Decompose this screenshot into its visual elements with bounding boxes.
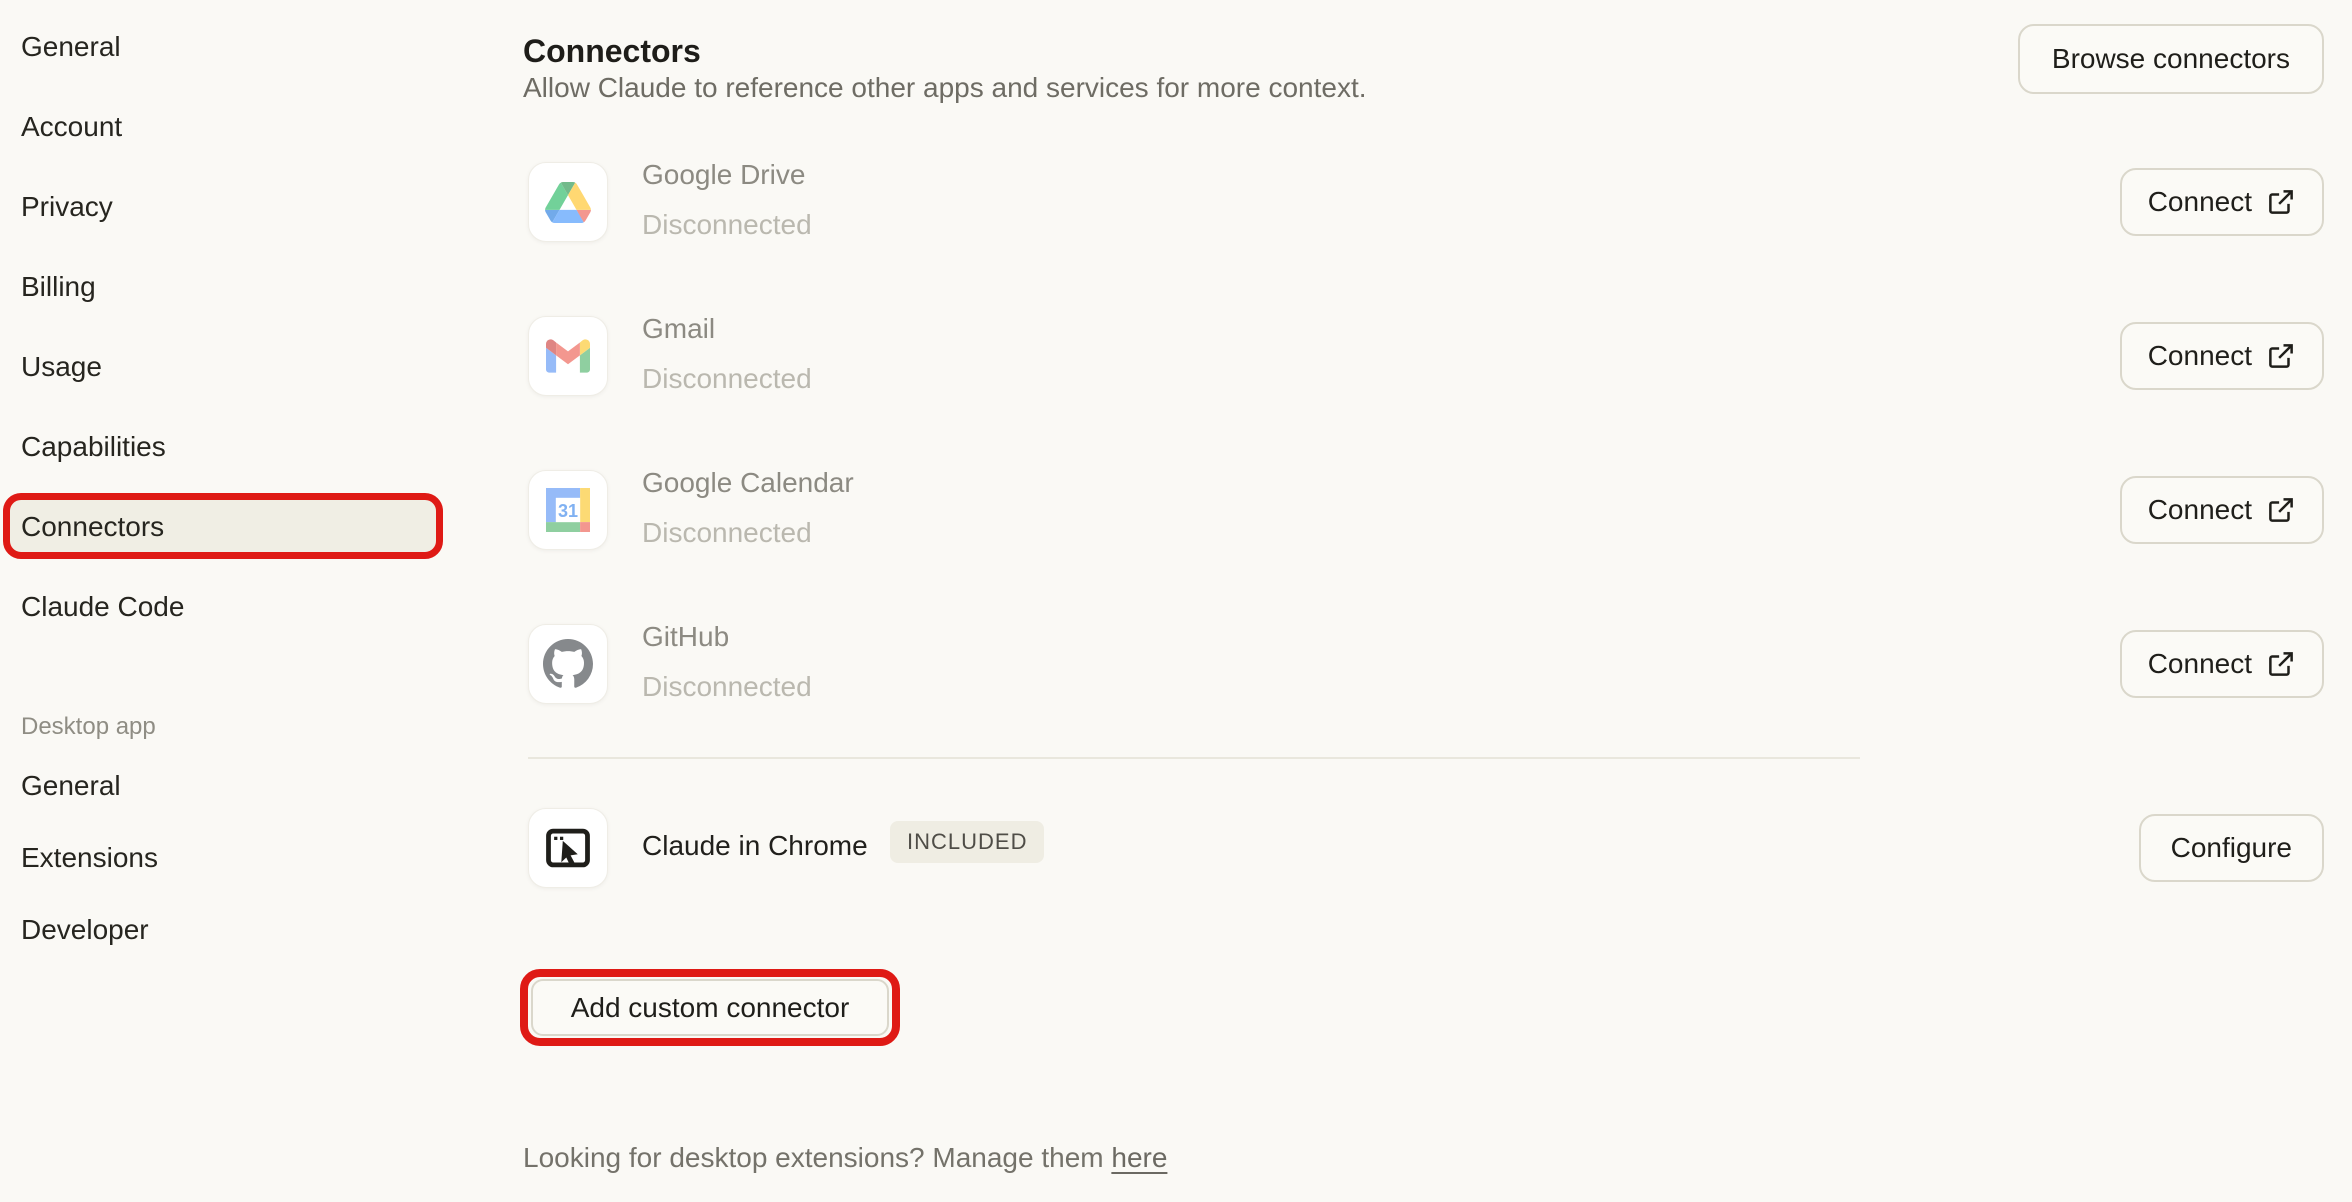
settings-sidebar: General Account Privacy Billing Usage Ca…	[0, 0, 500, 1202]
connector-name: Gmail	[642, 312, 715, 346]
sidebar-item-billing[interactable]: Billing	[0, 265, 462, 309]
sidebar-item-label: Billing	[21, 271, 96, 303]
sidebar-item-privacy[interactable]: Privacy	[0, 185, 462, 229]
configure-label: Configure	[2171, 832, 2292, 864]
connector-name: Claude in Chrome	[642, 829, 868, 863]
sidebar-item-usage[interactable]: Usage	[0, 345, 462, 389]
claude-in-chrome-tile	[528, 808, 608, 888]
gmail-tile	[528, 316, 608, 396]
page-title: Connectors	[523, 33, 701, 70]
connect-label: Connect	[2148, 186, 2252, 218]
calendar-day-label: 31	[558, 501, 578, 521]
connector-status: Disconnected	[642, 362, 812, 396]
connector-name: Google Calendar	[642, 466, 854, 500]
page-subtitle: Allow Claude to reference other apps and…	[523, 72, 1367, 104]
google-drive-icon	[545, 182, 591, 223]
connector-status: Disconnected	[642, 208, 812, 242]
sidebar-item-label: Account	[21, 111, 122, 143]
connector-status: Disconnected	[642, 670, 812, 704]
connectors-panel: Connectors Allow Claude to reference oth…	[500, 0, 2352, 1202]
gmail-icon	[546, 339, 590, 373]
connect-label: Connect	[2148, 340, 2252, 372]
included-badge: INCLUDED	[890, 821, 1044, 863]
google-calendar-tile: 31	[528, 470, 608, 550]
browse-connectors-button[interactable]: Browse connectors	[2018, 24, 2324, 94]
desktop-extensions-note-text: Looking for desktop extensions? Manage t…	[523, 1142, 1104, 1173]
sidebar-item-claude-code[interactable]: Claude Code	[0, 585, 462, 629]
sidebar-item-label: Claude Code	[21, 591, 184, 623]
connect-gmail-button[interactable]: Connect	[2120, 322, 2324, 390]
sidebar-item-label: Developer	[21, 914, 149, 946]
sidebar-item-label: General	[21, 770, 121, 802]
external-link-icon	[2266, 495, 2296, 525]
sidebar-section-desktop-app: Desktop app	[21, 713, 156, 741]
connect-label: Connect	[2148, 494, 2252, 526]
sidebar-item-connectors[interactable]: Connectors	[0, 505, 462, 549]
sidebar-item-label: Capabilities	[21, 431, 166, 463]
sidebar-item-desktop-general[interactable]: General	[0, 764, 462, 808]
github-tile	[528, 624, 608, 704]
connector-status: Disconnected	[642, 516, 812, 550]
connector-name: GitHub	[642, 620, 729, 654]
claude-in-chrome-icon	[542, 822, 594, 874]
external-link-icon	[2266, 187, 2296, 217]
add-custom-connector-button[interactable]: Add custom connector	[531, 979, 889, 1036]
github-icon	[543, 639, 593, 689]
connect-github-button[interactable]: Connect	[2120, 630, 2324, 698]
sidebar-item-desktop-extensions[interactable]: Extensions	[0, 836, 462, 880]
sidebar-item-label: Extensions	[21, 842, 158, 874]
desktop-extensions-note: Looking for desktop extensions? Manage t…	[523, 1142, 1167, 1174]
external-link-icon	[2266, 341, 2296, 371]
sidebar-item-account[interactable]: Account	[0, 105, 462, 149]
sidebar-item-general[interactable]: General	[0, 25, 462, 69]
connect-label: Connect	[2148, 648, 2252, 680]
google-drive-tile	[528, 162, 608, 242]
connector-name: Google Drive	[642, 158, 805, 192]
connect-google-calendar-button[interactable]: Connect	[2120, 476, 2324, 544]
sidebar-item-label: Usage	[21, 351, 102, 383]
connect-google-drive-button[interactable]: Connect	[2120, 168, 2324, 236]
sidebar-item-desktop-developer[interactable]: Developer	[0, 908, 462, 952]
external-link-icon	[2266, 649, 2296, 679]
sidebar-item-label: General	[21, 31, 121, 63]
sidebar-item-capabilities[interactable]: Capabilities	[0, 425, 462, 469]
configure-claude-in-chrome-button[interactable]: Configure	[2139, 814, 2324, 882]
manage-extensions-link[interactable]: here	[1111, 1142, 1167, 1173]
browse-connectors-label: Browse connectors	[2052, 43, 2290, 75]
google-calendar-icon: 31	[546, 488, 590, 532]
sidebar-item-label: Connectors	[21, 511, 164, 543]
sidebar-item-label: Privacy	[21, 191, 113, 223]
add-custom-connector-label: Add custom connector	[571, 992, 850, 1024]
section-divider	[528, 757, 1860, 759]
